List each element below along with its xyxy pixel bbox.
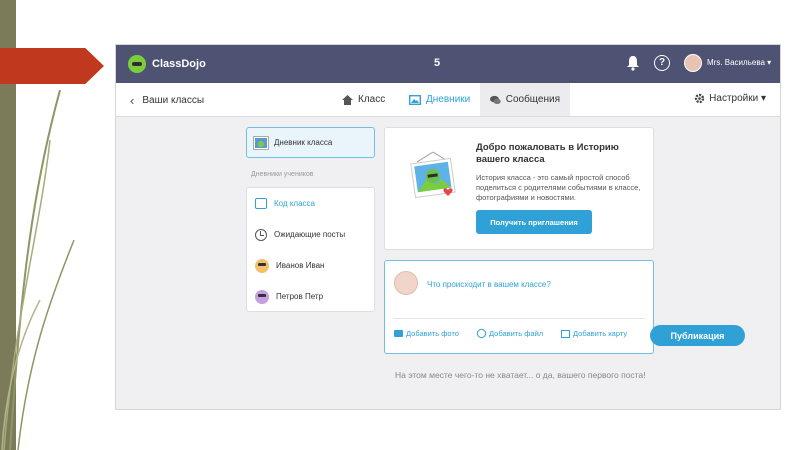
chevron-left-icon: ‹	[130, 93, 135, 108]
bell-icon[interactable]	[626, 55, 640, 71]
add-card-label: Добавить карту	[573, 329, 628, 338]
add-card-button[interactable]: Добавить карту	[561, 329, 627, 338]
back-label: Ваши классы	[142, 95, 205, 106]
welcome-title: Добро пожаловать в Историю вашего класса	[476, 142, 619, 165]
tab-messages[interactable]: Сообщения	[480, 83, 570, 116]
user-menu[interactable]: Mrs. Васильева ▾	[707, 58, 771, 67]
sidebar-item-pending-posts[interactable]: Ожидающие посты	[247, 219, 374, 250]
sidebar-item-label: Петров Петр	[276, 292, 324, 301]
classdojo-logo-icon	[128, 55, 146, 73]
gear-icon	[694, 93, 705, 104]
paperclip-icon	[475, 327, 488, 340]
divider	[393, 318, 645, 319]
camera-icon	[394, 330, 403, 337]
add-photo-label: Добавить фото	[406, 329, 459, 338]
back-to-classes-link[interactable]: ‹ Ваши классы	[130, 93, 204, 108]
app-name: ClassDojo	[152, 58, 206, 70]
sidebar-item-label: Код класса	[274, 199, 315, 208]
sidebar-item-student[interactable]: Иванов Иван	[247, 250, 374, 281]
add-file-label: Добавить файл	[489, 329, 544, 338]
welcome-card: Добро пожаловать в Историю вашего класса…	[384, 127, 654, 250]
clock-icon	[255, 228, 267, 241]
photo-frame-illustration	[410, 151, 456, 199]
add-photo-button[interactable]: Добавить фото	[394, 329, 459, 338]
photo-icon	[409, 94, 421, 105]
class-story-button[interactable]: Дневник класса	[246, 127, 375, 158]
settings-menu[interactable]: Настройки ▾	[694, 93, 766, 104]
avatar	[394, 271, 418, 295]
help-icon[interactable]: ?	[654, 55, 670, 71]
add-file-button[interactable]: Добавить файл	[475, 327, 544, 340]
home-icon	[342, 94, 353, 105]
logo[interactable]: ClassDojo	[128, 55, 206, 73]
student-list: Код класса Ожидающие посты Иванов Иван П…	[246, 187, 375, 312]
student-stories-heading: Дневники учеников	[251, 171, 314, 178]
tab-messages-label: Сообщения	[505, 94, 560, 105]
post-composer: Что происходит в вашем классе? Добавить …	[384, 260, 654, 354]
empty-feed-message: На этом месте чего-то не хватает... о да…	[395, 370, 646, 380]
sidebar-item-student[interactable]: Петров Петр	[247, 281, 374, 312]
code-icon	[255, 198, 267, 209]
top-bar: ClassDojo 5 ? Mrs. Васильева ▾	[116, 45, 780, 83]
sidebar-item-label: Ожидающие посты	[274, 230, 346, 239]
class-count: 5	[434, 57, 441, 69]
app-screenshot: ClassDojo 5 ? Mrs. Васильева ▾ ‹ Ваши кл…	[115, 44, 781, 410]
avatar[interactable]	[684, 54, 702, 72]
settings-label: Настройки ▾	[709, 93, 766, 104]
monster-avatar	[255, 289, 269, 304]
welcome-description: История класса - это самый простой спосо…	[476, 173, 641, 202]
post-input[interactable]: Что происходит в вашем классе?	[427, 280, 551, 289]
slide-arrow-shape	[0, 48, 104, 84]
tab-class-label: Класс	[358, 94, 386, 105]
publish-button[interactable]: Публикация	[650, 325, 745, 346]
monster-avatar	[255, 258, 269, 273]
sidebar-item-class-code[interactable]: Код класса	[247, 188, 374, 219]
nav-bar: ‹ Ваши классы Класс Дневники Сообщения Н…	[116, 83, 780, 117]
class-story-label: Дневник класса	[274, 138, 333, 147]
get-invites-button[interactable]: Получить приглашения	[476, 210, 592, 234]
sidebar-item-label: Иванов Иван	[276, 261, 325, 270]
card-icon	[561, 329, 570, 338]
tab-class[interactable]: Класс	[332, 83, 395, 116]
class-story-icon	[254, 136, 268, 149]
chat-icon	[490, 95, 501, 104]
tab-stories-label: Дневники	[426, 94, 471, 105]
tab-stories[interactable]: Дневники	[399, 83, 480, 116]
